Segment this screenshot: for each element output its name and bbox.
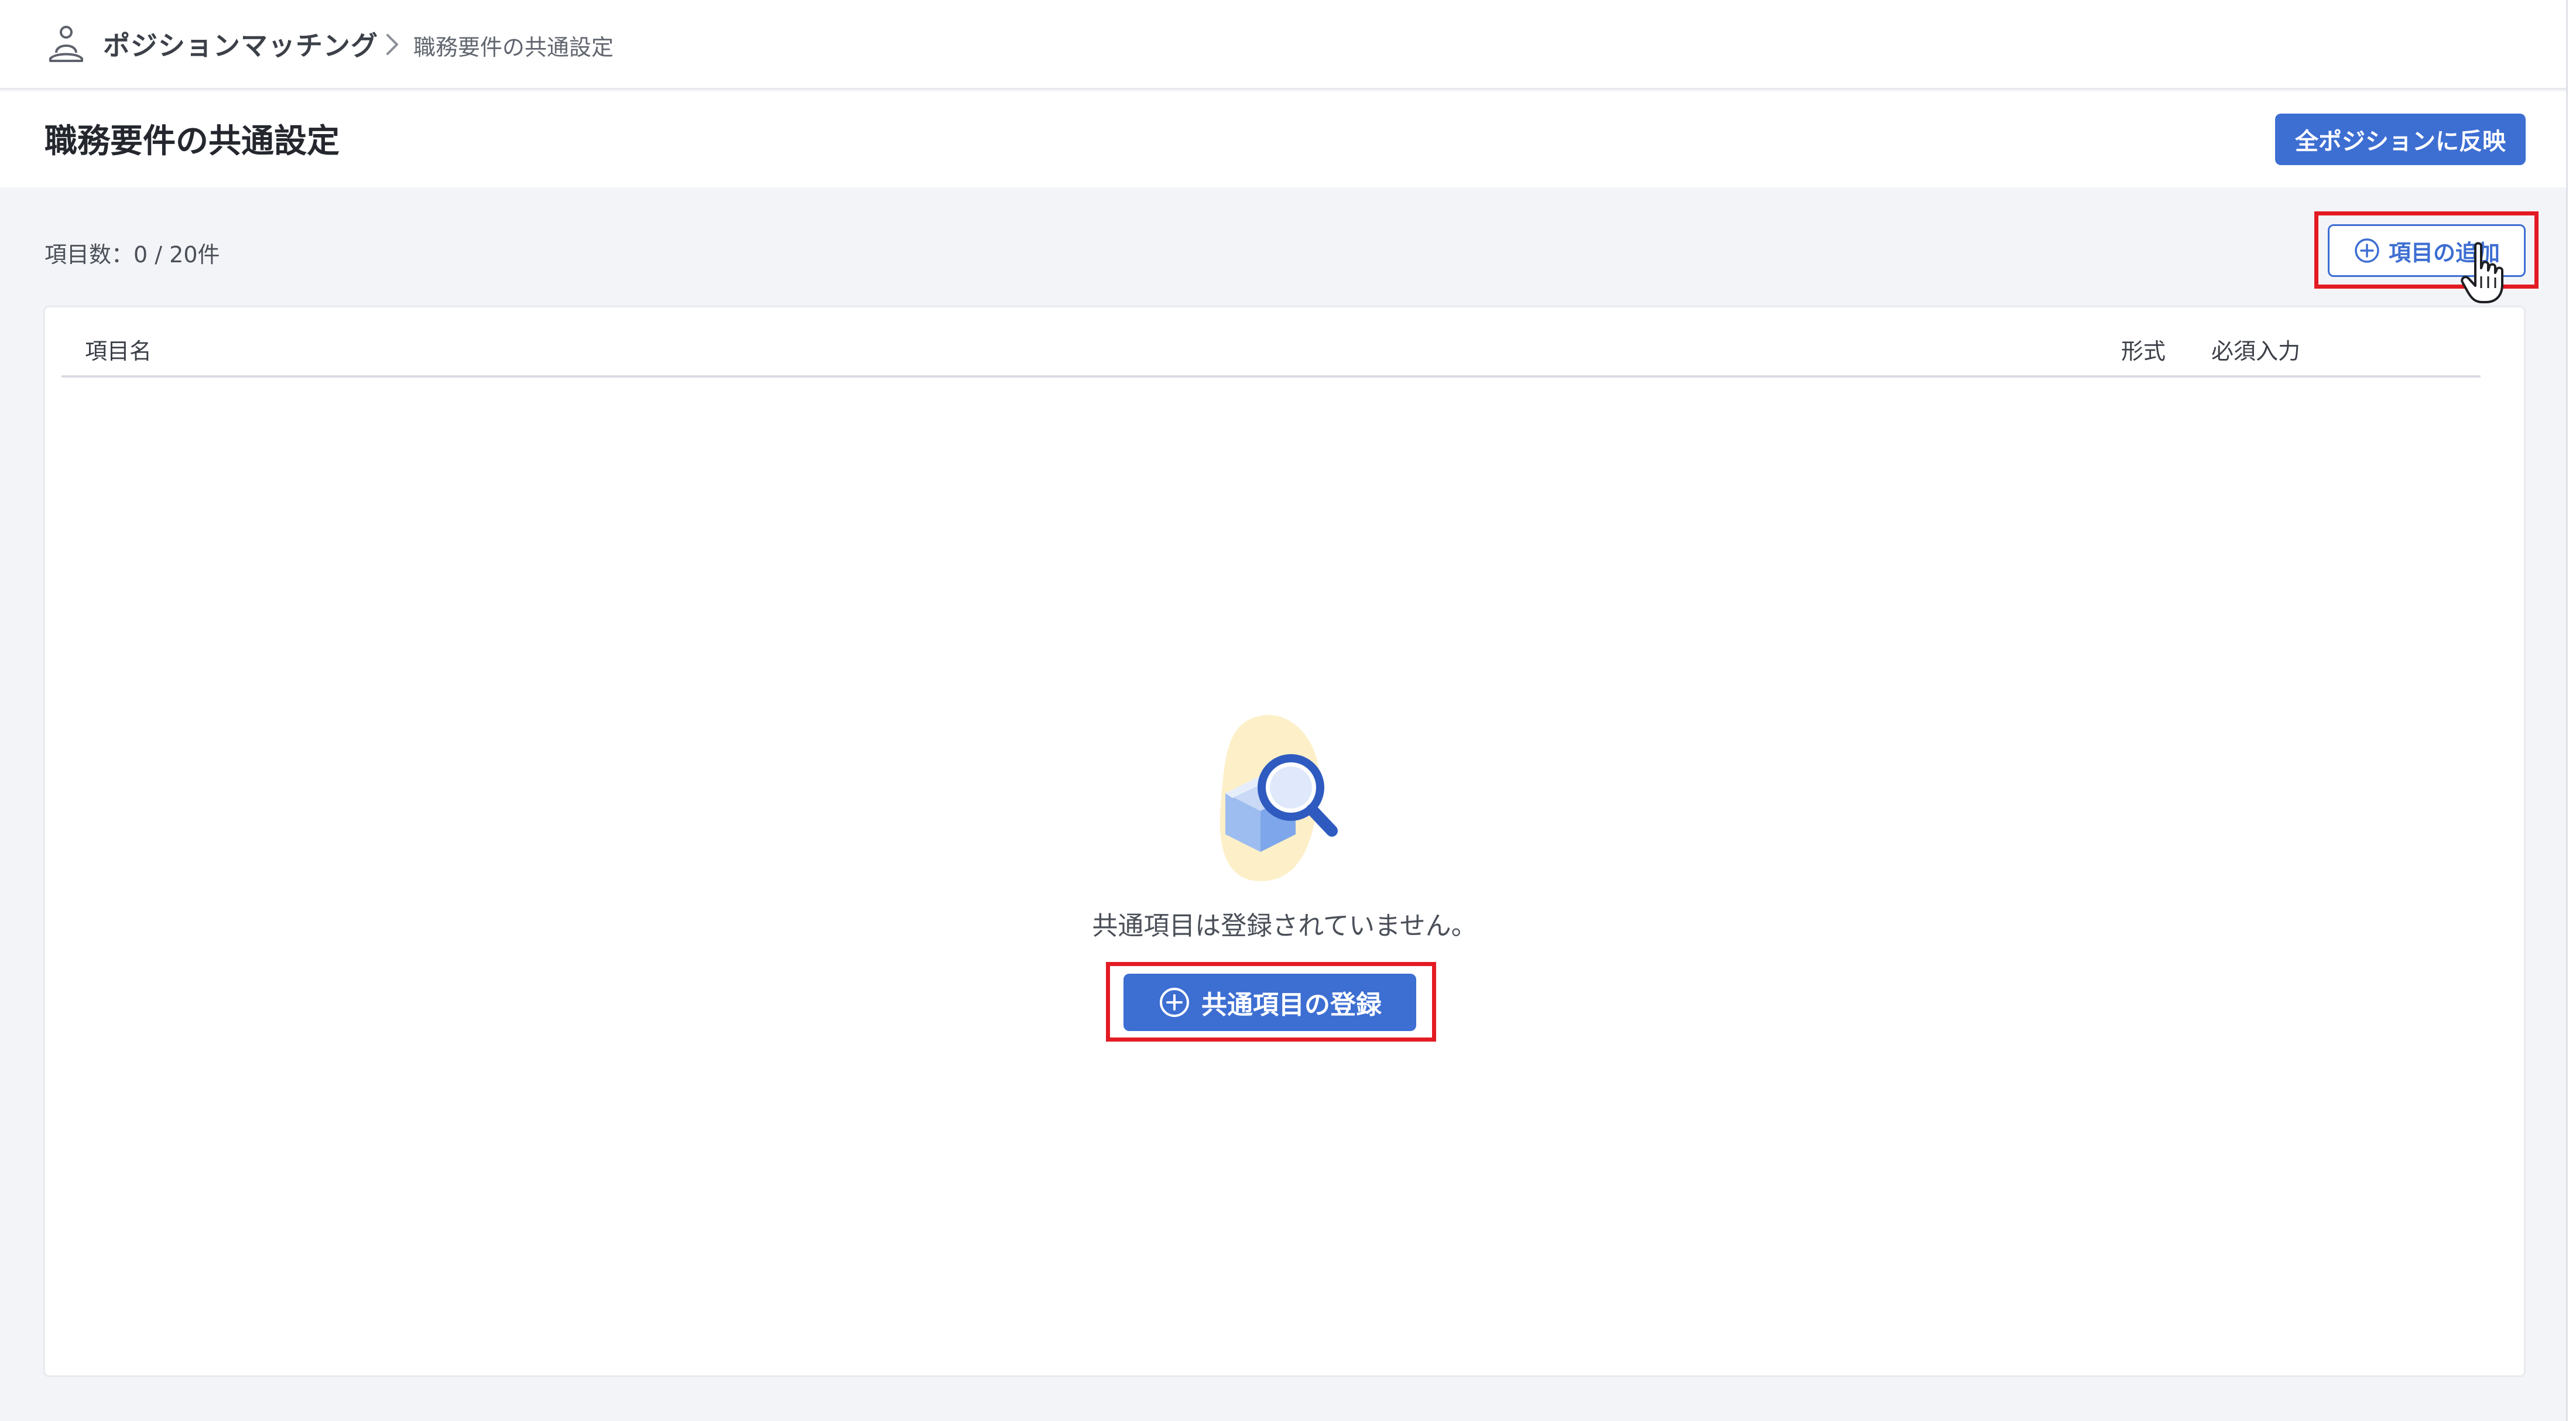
plus-circle-icon — [1158, 986, 1191, 1019]
box-magnifier-illustration — [1220, 715, 1338, 881]
top-bar: ポジションマッチング 職務要件の共通設定 — [0, 0, 2568, 90]
app-window: ポジションマッチング 職務要件の共通設定 職務要件の共通設定 全ポジションに反映… — [0, 0, 2576, 1421]
hand-pointer-cursor-icon — [2461, 242, 2503, 303]
chevron-right-icon — [386, 34, 398, 55]
window-scrollbar[interactable] — [2566, 0, 2576, 1421]
person-sitting-icon[interactable] — [44, 22, 88, 66]
item-count-label: 項目数：0 / 20件 — [44, 242, 220, 268]
register-common-item-button[interactable]: 共通項目の登録 — [1123, 974, 1416, 1031]
column-header-item-name: 項目名 — [85, 338, 152, 364]
column-header-format: 形式 — [2121, 338, 2166, 364]
empty-state-message: 共通項目は登録されていません。 — [1092, 911, 1477, 941]
column-header-required: 必須入力 — [2211, 338, 2301, 364]
items-card: 項目名 形式 必須入力 共通項目は登録されていません。 共通項目の登録 — [43, 306, 2526, 1377]
page-title: 職務要件の共通設定 — [44, 122, 340, 160]
apply-all-positions-button[interactable]: 全ポジションに反映 — [2275, 114, 2526, 165]
plus-circle-icon — [2354, 237, 2380, 264]
breadcrumb-current: 職務要件の共通設定 — [413, 35, 614, 60]
register-label: 共通項目の登録 — [1201, 990, 1382, 1020]
table-header: 項目名 形式 必須入力 — [61, 307, 2481, 378]
breadcrumb-app-name[interactable]: ポジションマッチング — [103, 25, 378, 63]
page-header: 職務要件の共通設定 全ポジションに反映 — [0, 91, 2568, 187]
